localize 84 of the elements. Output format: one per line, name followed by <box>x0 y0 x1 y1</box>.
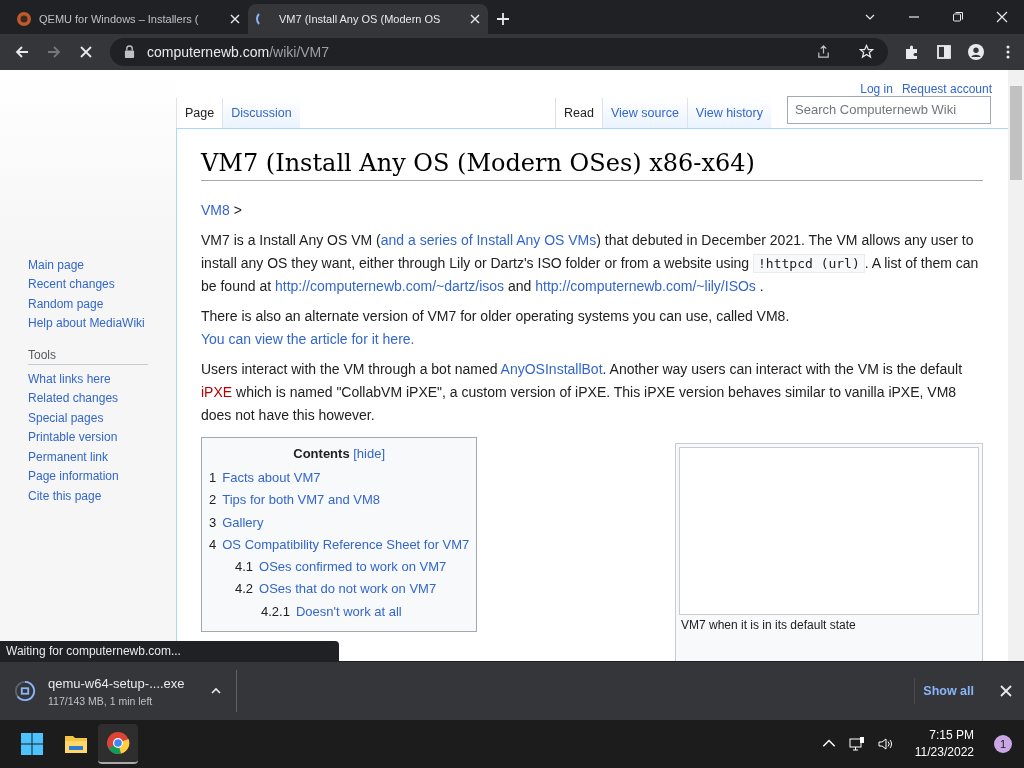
close-tab-icon[interactable] <box>230 13 240 24</box>
breadcrumb: VM8 > <box>201 200 243 220</box>
address-bar[interactable]: computernewb.com/wiki/VM7 <box>110 37 888 66</box>
toc-link[interactable]: Tips for both VM7 and VM8 <box>222 492 380 508</box>
browser-icon <box>106 731 130 756</box>
toc-link[interactable]: OSes that do not work on VM7 <box>259 581 437 597</box>
favicon-icon <box>16 10 32 27</box>
account-link[interactable]: Request account <box>901 81 992 96</box>
sidebar-link[interactable]: Random page <box>28 294 176 315</box>
browser-tab[interactable]: VM7 (Install Any OS (Modern OS <box>248 3 488 34</box>
profile-icon[interactable] <box>968 43 984 60</box>
windows-start-icon[interactable] <box>20 732 44 757</box>
paragraph: VM7 is a Install Any OS VM (and a series of Install Any OS VMs) that debuted in December 2021. The VM allows any user to install any OS they want, either through Lily or Dartz's ISO folder or from a website using !httpcd (url) . A list of them can be found at http://computernewb.com/~dartz/isos and http://computernewb.com/~lily/ISOs . <box>201 230 980 296</box>
section-number: 3 <box>209 514 217 530</box>
download-progress-icon <box>14 680 36 703</box>
toc-link[interactable]: OSes confirmed to work on VM7 <box>259 559 447 575</box>
section-number: 4.1 <box>235 559 254 575</box>
download-status: 117/143 MB, 1 min left <box>48 694 154 707</box>
search-field[interactable]: Search Computernewb Wiki <box>787 95 991 124</box>
file-name: qemu-w64-setup-....exe <box>48 675 186 691</box>
status-bubble: Waiting for computernewb.com... <box>0 641 339 662</box>
page-title: VM7 (Install Any OS (Modern OSes) x86-x64) <box>201 148 983 181</box>
link[interactable]: AnyOSInstallBot <box>500 360 603 377</box>
notification-badge[interactable]: 1 <box>994 735 1012 754</box>
sidebar-link[interactable]: Cite this page <box>28 486 176 507</box>
toc-link[interactable]: Facts about VM7 <box>222 469 321 485</box>
toc-link[interactable]: Doesn't work at all <box>295 603 402 619</box>
clock[interactable]: 7:15 PM 11/23/2022 <box>914 727 974 762</box>
sidebar-link[interactable]: Help about MediaWiki <box>28 314 176 334</box>
sidebar-link[interactable]: Special pages <box>28 408 176 429</box>
puzzle-icon[interactable] <box>904 43 920 60</box>
account-link[interactable]: Log in <box>860 81 893 96</box>
link[interactable]: http://computernewb.com/~lily/ISOs <box>535 277 756 294</box>
side-panel-icon[interactable] <box>936 43 952 60</box>
sidebar-link[interactable]: What links here <box>28 369 176 390</box>
page-tab[interactable]: Discussion <box>222 97 300 128</box>
sidebar-heading: Tools <box>28 347 148 365</box>
sidebar-link[interactable]: Related changes <box>28 389 176 409</box>
close-icon[interactable] <box>1000 685 1012 698</box>
paragraph: Users interact with the VM through a bot named AnyOSInstallBot. Another way users can interact with the VM is the default iPXE which is named "CollabVM iPXE", a custom version of iPXE. This iPXE version behaves similar to vanilla iPXE, VM8 does not have this however. <box>201 359 964 425</box>
link[interactable]: VM8 <box>201 201 230 218</box>
restore-icon[interactable] <box>952 10 964 23</box>
sidebar-link[interactable]: Recent changes <box>28 275 176 295</box>
new-tab-icon[interactable] <box>496 11 510 26</box>
lock-icon <box>124 45 135 59</box>
toc-link[interactable]: OS Compatibility Reference Sheet for VM7 <box>222 536 470 552</box>
contents-heading: Contents <box>293 445 350 461</box>
missing-page-link[interactable]: iPXE <box>201 383 233 400</box>
show-all-button[interactable]: Show all <box>914 678 982 705</box>
download-item[interactable]: qemu-w64-setup-....exe 117/143 MB, 1 min left <box>14 670 237 713</box>
sidebar-link[interactable]: Main page <box>28 255 176 276</box>
speaker-icon[interactable] <box>876 736 893 753</box>
close-tab-icon[interactable] <box>470 13 480 24</box>
image-caption: VM7 when it is in its default state <box>680 616 857 634</box>
sidebar-link[interactable]: Printable version <box>28 428 176 448</box>
link[interactable]: You can view the article for it here. <box>201 330 415 347</box>
time-text: 7:15 PM <box>929 727 974 745</box>
network-icon[interactable] <box>848 736 865 753</box>
section-number: 2 <box>209 492 217 508</box>
sidebar-link[interactable]: Permanent link <box>28 447 176 468</box>
link[interactable]: and a series of Install Any OS VMs <box>380 231 597 248</box>
toc-link[interactable]: Gallery <box>222 514 264 530</box>
code-text: !httpcd (url) <box>753 253 865 273</box>
share-icon[interactable] <box>816 44 831 60</box>
forward-arrow-icon[interactable] <box>46 43 62 60</box>
close-icon[interactable] <box>996 10 1008 23</box>
link[interactable]: http://computernewb.com/~dartz/isos <box>274 277 505 294</box>
hide-link[interactable]: [hide] <box>353 445 386 461</box>
taskbar-app[interactable] <box>98 724 138 765</box>
section-number: 4 <box>209 536 217 552</box>
sidebar-link[interactable]: Page information <box>28 467 176 487</box>
view-tab[interactable]: View source <box>601 97 687 128</box>
stop-loading-icon[interactable] <box>78 43 94 60</box>
section-number: 4.2.1 <box>261 603 290 619</box>
view-tab[interactable]: View history <box>686 97 771 128</box>
paragraph: There is also an alternate version of VM7 for older operating systems you can use, called VM8. You can view the article for it here. <box>201 306 791 349</box>
date-text: 11/23/2022 <box>914 744 974 762</box>
back-arrow-icon[interactable] <box>14 43 30 60</box>
star-icon[interactable] <box>859 44 874 60</box>
section-number: 1 <box>209 469 217 485</box>
browser-tab[interactable]: QEMU for Windows – Installers ( <box>8 3 248 34</box>
section-number: 4.2 <box>235 581 254 597</box>
scrollbar-thumb[interactable] <box>1010 85 1022 180</box>
scrollbar[interactable] <box>1008 69 1024 662</box>
